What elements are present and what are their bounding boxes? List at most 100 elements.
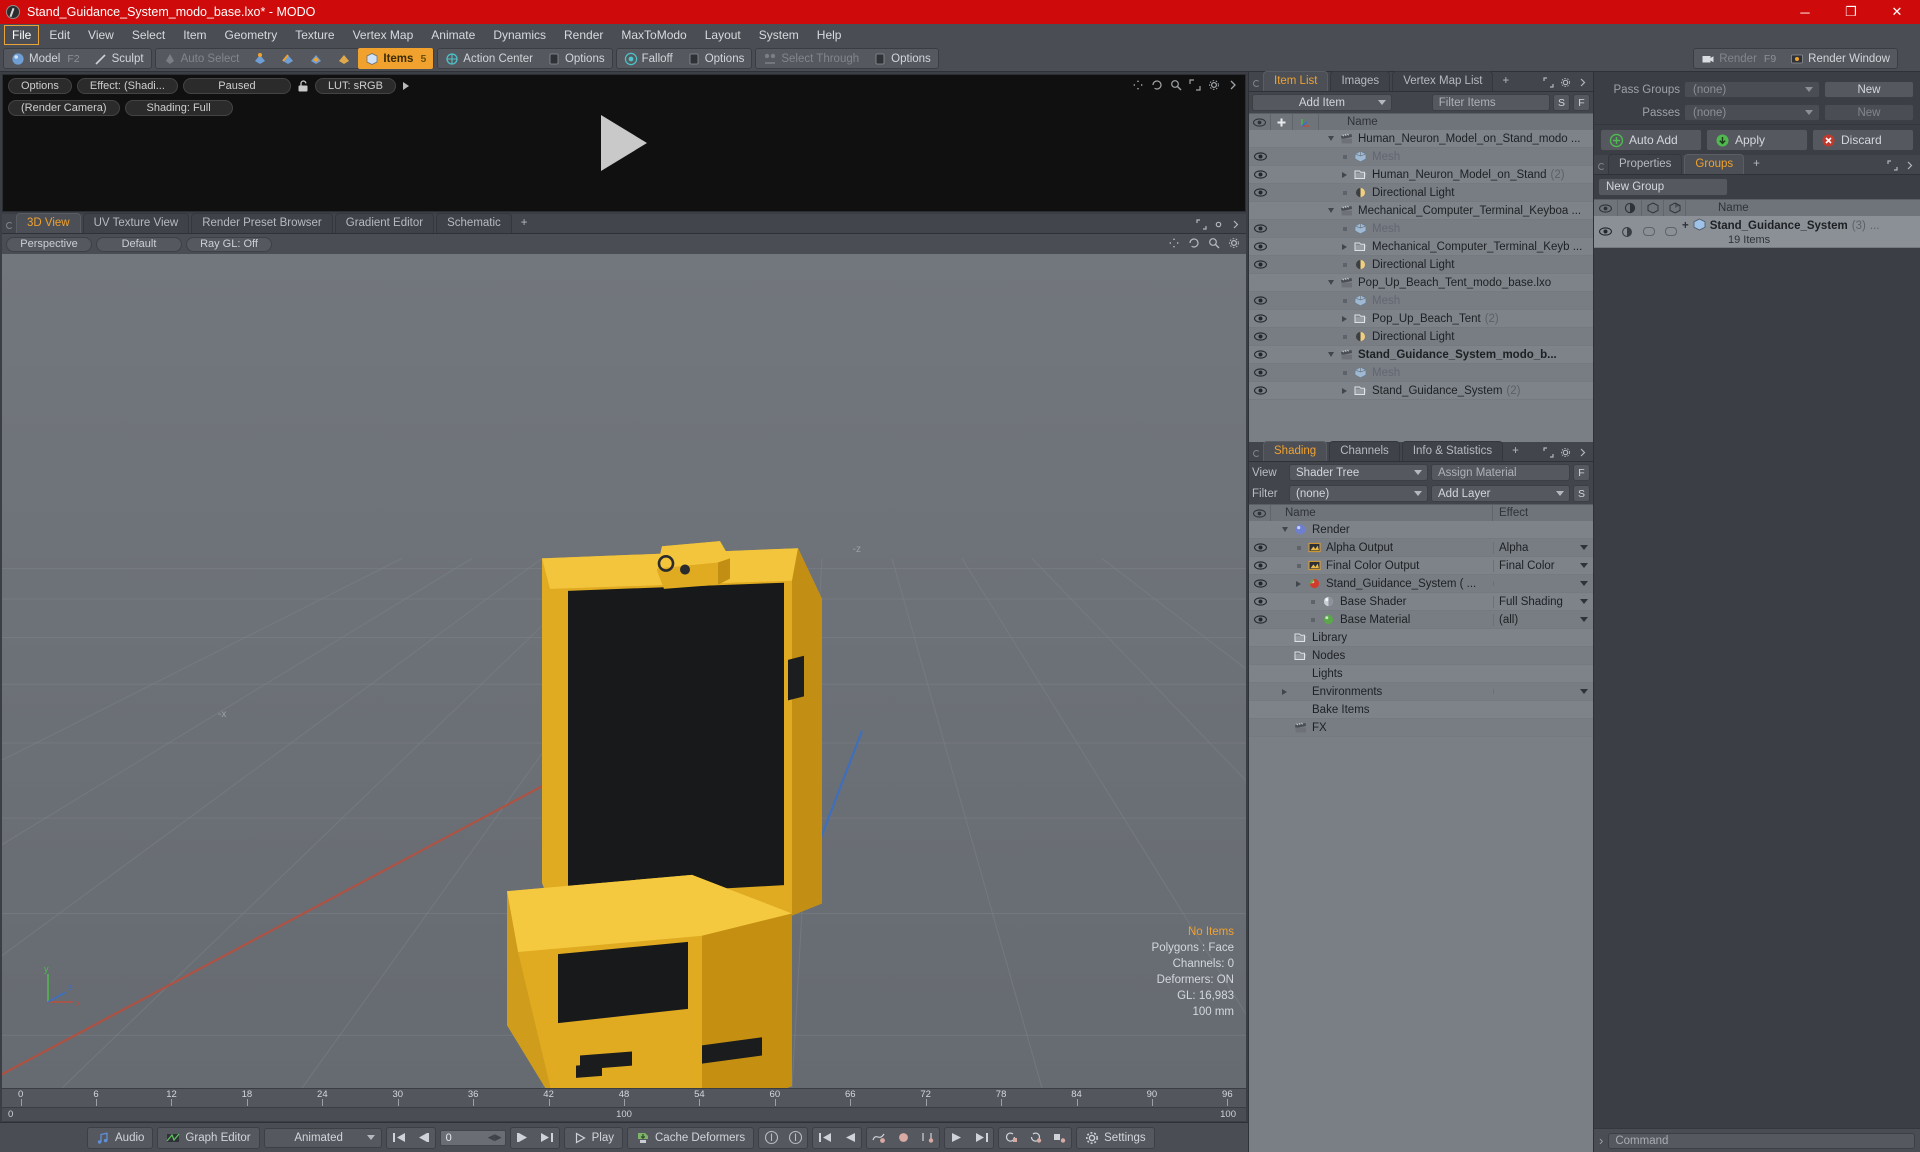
shading-filter-dropdown[interactable]: (none) (1289, 485, 1428, 502)
item-visibility-toggle[interactable] (1249, 188, 1271, 197)
key-channel-box-button[interactable] (1047, 1128, 1071, 1148)
preview-camera-button[interactable]: (Render Camera) (8, 100, 120, 116)
viewport-tab-handle-icon[interactable] (6, 222, 13, 229)
raygl-button[interactable]: Ray GL: Off (186, 236, 272, 252)
vertex-select-button[interactable] (246, 49, 274, 68)
shading-effect-cell[interactable] (1493, 581, 1593, 586)
viewport-gear-icon[interactable] (1213, 219, 1224, 230)
tab-images[interactable]: Images (1330, 71, 1391, 91)
shading-f-button[interactable]: F (1573, 464, 1590, 481)
menu-item-system[interactable]: System (751, 25, 807, 45)
group-row-visibility-toggle[interactable] (1594, 227, 1616, 236)
item-visibility-toggle[interactable] (1249, 152, 1271, 161)
shading-tab-handle-icon[interactable] (1253, 450, 1260, 457)
item-list-menu-icon[interactable] (1577, 77, 1588, 88)
chevron-down-icon-effect[interactable] (1580, 545, 1588, 550)
shading-list-row[interactable]: Render (1249, 521, 1593, 539)
next-frame-button[interactable] (511, 1128, 535, 1148)
new-pass-button[interactable]: New (1824, 104, 1914, 121)
preset-button[interactable]: Default (96, 236, 182, 252)
tab-item-list[interactable]: Item List (1263, 71, 1329, 91)
menu-item-view[interactable]: View (80, 25, 122, 45)
item-visibility-toggle[interactable] (1249, 314, 1271, 323)
menu-item-animate[interactable]: Animate (423, 25, 483, 45)
collapse-triangle-icon[interactable] (1325, 208, 1336, 213)
preview-lut-button[interactable]: LUT: sRGB (314, 78, 396, 94)
maximize-panel-icon[interactable] (1189, 79, 1201, 91)
shading-menu-icon[interactable] (1577, 447, 1588, 458)
tab-gradient-editor[interactable]: Gradient Editor (334, 213, 435, 233)
key-down-button[interactable] (783, 1128, 807, 1148)
auto-add-button[interactable]: Auto Add (1600, 129, 1702, 151)
group-row-stand-guidance-system[interactable]: + Stand_Guidance_System (3) ... 19 Items (1594, 216, 1920, 248)
tab-add-groups[interactable]: + (1746, 155, 1767, 174)
tab-add-viewport[interactable]: + (514, 214, 535, 233)
curve-key-button[interactable] (867, 1128, 891, 1148)
expand-triangle-icon[interactable] (1279, 688, 1290, 695)
previous-frame-button[interactable] (411, 1128, 435, 1148)
key-up-button[interactable] (759, 1128, 783, 1148)
menu-item-select[interactable]: Select (124, 25, 173, 45)
maximize-button[interactable]: ❐ (1828, 0, 1874, 24)
shading-visibility-toggle[interactable] (1249, 579, 1271, 588)
shading-effect-cell[interactable]: Full Shading (1493, 595, 1593, 608)
action-center-button[interactable]: Action Center (438, 49, 540, 68)
material-select-button[interactable] (330, 49, 358, 68)
tab-add-item-list[interactable]: + (1495, 72, 1516, 91)
menu-item-dynamics[interactable]: Dynamics (485, 25, 554, 45)
chevron-down-icon-effect[interactable] (1580, 599, 1588, 604)
key-range-button[interactable] (915, 1128, 939, 1148)
menu-item-geometry[interactable]: Geometry (217, 25, 286, 45)
viewport-maximize-icon[interactable] (1196, 219, 1207, 230)
expand-triangle-icon[interactable] (1339, 243, 1350, 250)
groups-list-body[interactable]: + Stand_Guidance_System (3) ... 19 Items (1594, 216, 1920, 248)
expand-triangle-icon[interactable] (1339, 171, 1350, 178)
next-key-last-button[interactable] (969, 1128, 993, 1148)
tab-render-preset-browser[interactable]: Render Preset Browser (191, 213, 333, 233)
collapse-triangle-icon[interactable] (1325, 280, 1336, 285)
menu-item-render[interactable]: Render (556, 25, 611, 45)
expand-triangle-icon[interactable] (1293, 580, 1304, 587)
shading-visibility-toggle[interactable] (1249, 561, 1271, 570)
item-visibility-toggle[interactable] (1249, 332, 1271, 341)
gear-icon[interactable] (1208, 79, 1220, 91)
item-list-row[interactable]: Mechanical_Computer_Terminal_Keyboa ... (1249, 202, 1593, 220)
group-row-wireframe-checkbox[interactable] (1638, 227, 1660, 236)
render-button[interactable]: Render F9 (1694, 49, 1783, 68)
preview-effect-button[interactable]: Effect: (Shadi... (76, 78, 178, 94)
group-row-shaded-checkbox[interactable] (1660, 227, 1682, 236)
go-to-end-button[interactable] (535, 1128, 559, 1148)
viewport-zoom-icon[interactable] (1208, 237, 1220, 249)
next-key-button[interactable] (945, 1128, 969, 1148)
item-list-maximize-icon[interactable] (1543, 77, 1554, 88)
add-layer-dropdown[interactable]: Add Layer (1431, 485, 1570, 502)
viewport-settings-gear-icon[interactable] (1228, 237, 1240, 249)
tab-3d-view[interactable]: 3D View (16, 213, 81, 233)
item-list-row[interactable]: Directional Light (1249, 256, 1593, 274)
item-list-row[interactable]: Mechanical_Computer_Terminal_Keyb ... (1249, 238, 1593, 256)
shading-list-row[interactable]: Base Material (all) (1249, 611, 1593, 629)
tab-shading[interactable]: Shading (1263, 441, 1328, 461)
item-list-row[interactable]: Directional Light (1249, 328, 1593, 346)
shading-list-body[interactable]: Render Alpha Output Alpha Final Color Outpu… (1249, 521, 1593, 1152)
go-to-start-button[interactable] (387, 1128, 411, 1148)
assign-material-button[interactable]: Assign Material (1431, 464, 1570, 481)
select-through-options-button[interactable]: Options (866, 49, 938, 68)
preview-shading-button[interactable]: Shading: Full (124, 100, 233, 116)
play-button[interactable]: Play (565, 1128, 622, 1148)
3d-viewport[interactable]: -z -x y x z No Items Polygons: Face Cha… (2, 254, 1246, 1088)
minimize-button[interactable]: ─ (1782, 0, 1828, 24)
current-frame-input[interactable]: 0 ◀▶ (439, 1129, 506, 1146)
shading-visibility-toggle[interactable] (1249, 597, 1271, 606)
frame-stepper-icon[interactable]: ◀▶ (488, 1132, 502, 1143)
item-list-row[interactable]: Mesh (1249, 364, 1593, 382)
item-list-row[interactable]: Human_Neuron_Model_on_Stand (2) (1249, 166, 1593, 184)
item-list-row[interactable]: Mesh (1249, 148, 1593, 166)
shading-effect-cell[interactable]: Alpha (1493, 541, 1593, 554)
shading-gear-icon[interactable] (1560, 447, 1571, 458)
viewport-rotate-icon[interactable] (1188, 237, 1200, 249)
cache-deformers-button[interactable]: Cache Deformers (628, 1128, 753, 1148)
key-channel-right-button[interactable] (1023, 1128, 1047, 1148)
shading-effect-cell[interactable] (1493, 689, 1593, 694)
menu-item-vertex-map[interactable]: Vertex Map (345, 25, 422, 45)
